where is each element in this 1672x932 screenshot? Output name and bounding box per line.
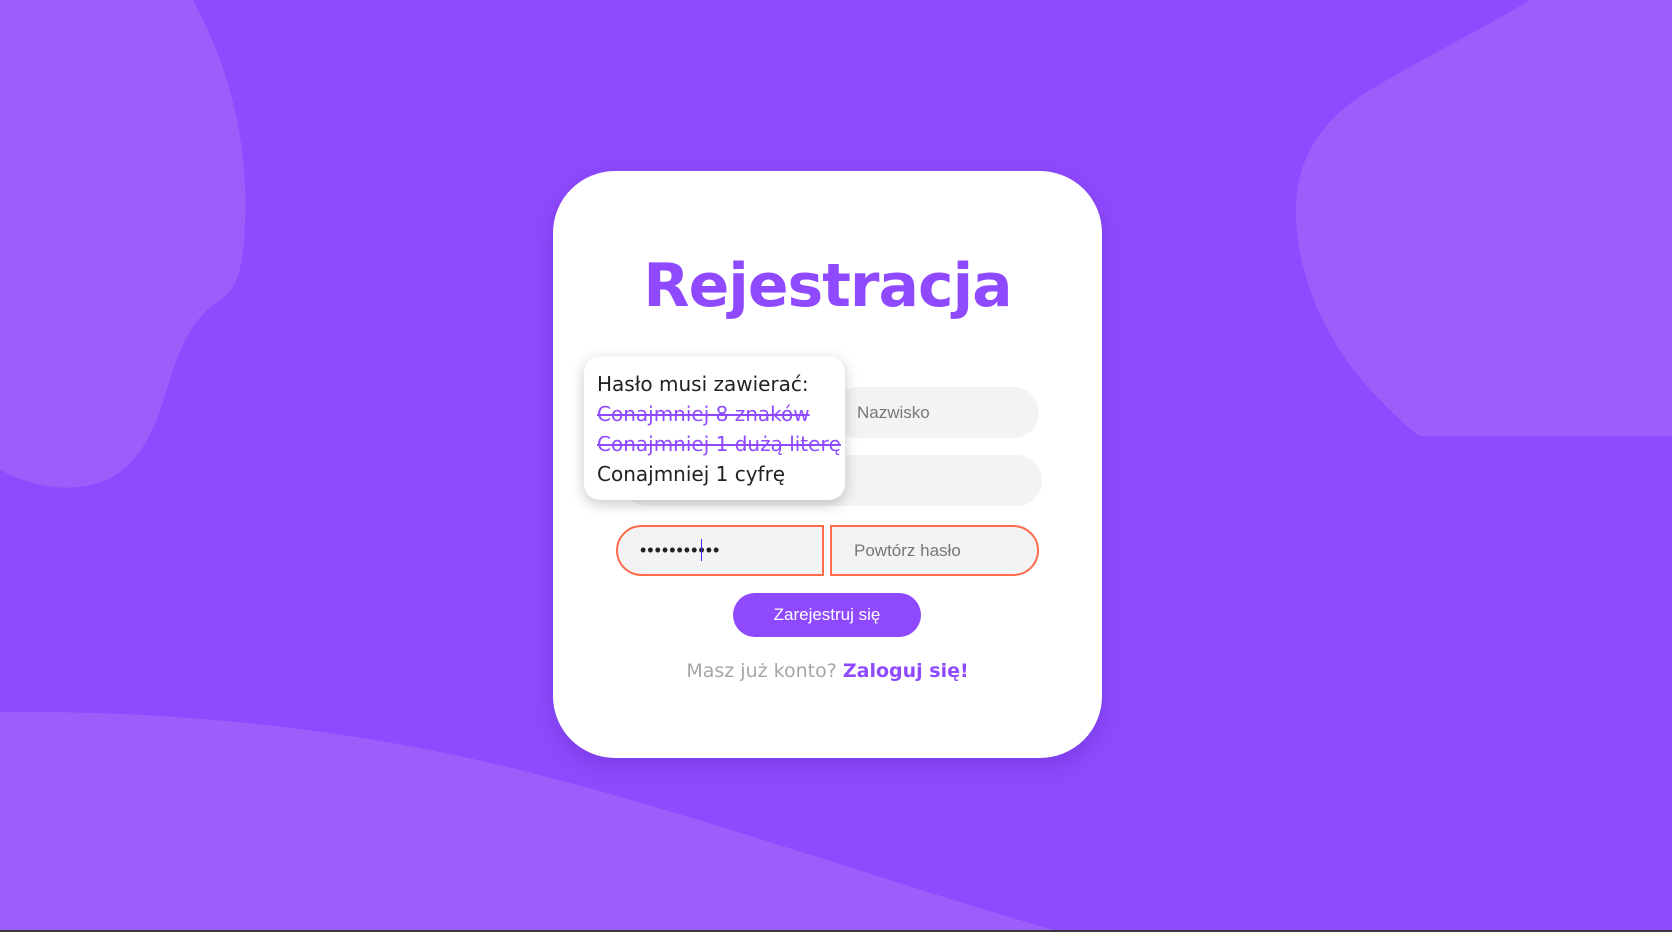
rule-uppercase: Conajmniej 1 dużą literę xyxy=(597,432,841,456)
password-input[interactable] xyxy=(616,525,824,576)
page-title: Rejestracja xyxy=(643,251,1012,321)
login-prompt: Masz już konto? Zaloguj się! xyxy=(553,660,1102,682)
background-blob-top-left xyxy=(0,0,246,488)
password-requirements-tooltip: Hasło musi zawierać: Conajmniej 8 znaków… xyxy=(584,356,845,500)
text-cursor xyxy=(701,539,702,561)
last-name-input[interactable] xyxy=(833,387,1039,438)
rule-digit: Conajmniej 1 cyfrę xyxy=(597,462,786,486)
background-blob-top-right xyxy=(1296,0,1672,436)
tooltip-heading: Hasło musi zawierać: xyxy=(597,372,809,396)
login-prompt-text: Masz już konto? xyxy=(686,660,837,682)
repeat-password-input[interactable] xyxy=(830,525,1039,576)
register-button[interactable]: Zarejestruj się xyxy=(733,593,921,637)
login-link[interactable]: Zaloguj się! xyxy=(843,660,969,682)
rule-min-length: Conajmniej 8 znaków xyxy=(597,402,810,426)
